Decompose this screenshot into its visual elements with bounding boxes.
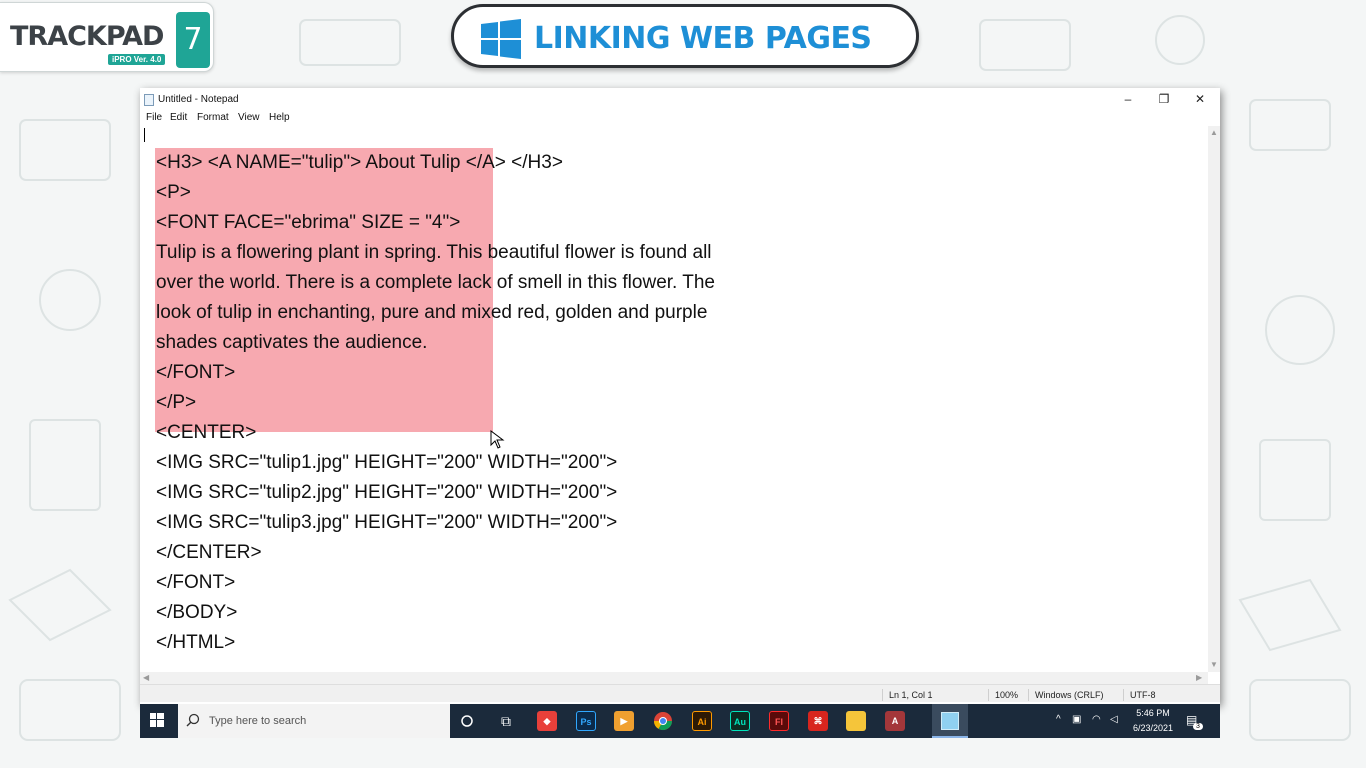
menu-edit[interactable]: Edit [170,112,187,123]
code-line: </BODY> [156,602,238,623]
search-placeholder: Type here to search [209,715,307,727]
code-line: </HTML> [156,632,236,653]
cursor-position: Ln 1, Col 1 [882,689,988,701]
taskbar-search[interactable]: Type here to search [178,704,450,738]
scroll-down-icon[interactable]: ▼ [1210,660,1218,669]
code-line: <IMG SRC="tulip3.jpg" HEIGHT="200" WIDTH… [156,512,618,533]
audition-icon[interactable]: Au [730,711,750,731]
banner-title: LINKING WEB PAGES [534,21,872,56]
volume-icon[interactable]: ◁ [1110,714,1118,725]
task-view-icon[interactable]: ⧉ [496,711,516,731]
chevron-up-icon[interactable]: ^ [1056,714,1061,725]
menu-help[interactable]: Help [269,112,290,123]
code-line: Tulip is a flowering plant in spring. Th… [156,242,712,263]
title-bar[interactable]: Untitled - Notepad – ❐ ✕ [140,88,1220,110]
close-button[interactable]: ✕ [1182,90,1218,108]
file-explorer-icon[interactable] [846,711,866,731]
windows-start-icon[interactable] [150,713,164,727]
scroll-left-icon[interactable]: ◀ [143,673,149,682]
acrobat-icon[interactable]: ⌘ [808,711,828,731]
menu-view[interactable]: View [238,112,260,123]
clock-date[interactable]: 6/23/2021 [1128,723,1178,733]
encoding: UTF-8 [1123,689,1220,701]
code-line: <H3> <A NAME="tulip"> About Tulip </A> <… [156,152,563,173]
code-line: <IMG SRC="tulip2.jpg" HEIGHT="200" WIDTH… [156,482,618,503]
status-bar: Ln 1, Col 1 100% Windows (CRLF) UTF-8 [140,684,1220,702]
flash-icon[interactable]: Fl [769,711,789,731]
logo-number: 7 [176,12,210,68]
clock-time[interactable]: 5:46 PM [1128,708,1178,718]
window-title: Untitled - Notepad [158,94,239,105]
trackpad-logo: TRACKPAD iPRO Ver. 4.0 7 [0,2,214,72]
search-icon [186,713,200,727]
zoom-level: 100% [988,689,1028,701]
illustrator-icon[interactable]: Ai [692,711,712,731]
mouse-pointer-icon [490,430,505,449]
minimize-button[interactable]: – [1110,90,1146,108]
chrome-icon[interactable] [653,711,673,731]
code-line: <CENTER> [156,422,257,443]
vertical-scrollbar[interactable]: ▲ ▼ [1208,126,1220,672]
menu-format[interactable]: Format [197,112,229,123]
menu-file[interactable]: File [146,112,162,123]
text-caret [144,128,145,142]
text-editor-area[interactable]: <H3> <A NAME="tulip"> About Tulip </A> <… [140,126,1208,672]
photoshop-icon[interactable]: Ps [576,711,596,731]
wifi-icon[interactable]: ◠ [1092,714,1101,725]
code-line: <P> [156,182,191,203]
access-icon[interactable]: A [885,711,905,731]
code-line: <FONT FACE="ebrima" SIZE = "4"> [156,212,461,233]
notepad-taskbar-button[interactable] [932,704,968,738]
windows-logo-icon [481,19,521,59]
notepad-app-icon [941,712,959,730]
menu-bar: File Edit Format View Help [140,110,1220,126]
horizontal-scrollbar[interactable]: ◀ ▶ [140,672,1208,684]
logo-text: TRACKPAD [10,21,164,52]
restore-button[interactable]: ❐ [1146,90,1182,108]
network-icon[interactable]: ▣ [1072,714,1081,725]
scroll-right-icon[interactable]: ▶ [1196,673,1202,682]
code-line: </FONT> [156,362,236,383]
notepad-icon [144,94,154,106]
active-indicator [932,736,968,738]
title-banner: LINKING WEB PAGES [451,4,919,68]
anydesk-icon[interactable]: ◆ [537,711,557,731]
code-line: shades captivates the audience. [156,332,428,353]
code-line: look of tulip in enchanting, pure and mi… [156,302,708,323]
media-player-icon[interactable]: ▶ [614,711,634,731]
code-line: over the world. There is a complete lack… [156,272,715,293]
code-line: </FONT> [156,572,236,593]
scroll-up-icon[interactable]: ▲ [1210,128,1218,137]
logo-version: iPRO Ver. 4.0 [108,54,166,65]
code-line: <IMG SRC="tulip1.jpg" HEIGHT="200" WIDTH… [156,452,618,473]
notification-count: 3 [1193,723,1203,730]
code-line: </P> [156,392,197,413]
line-ending: Windows (CRLF) [1028,689,1123,701]
code-line: </CENTER> [156,542,262,563]
notepad-window: Untitled - Notepad – ❐ ✕ File Edit Forma… [140,88,1220,704]
taskbar: Type here to search ⧉ ◆ Ps ▶ Ai Au Fl ⌘ … [140,704,1220,738]
cortana-icon[interactable] [461,715,473,727]
